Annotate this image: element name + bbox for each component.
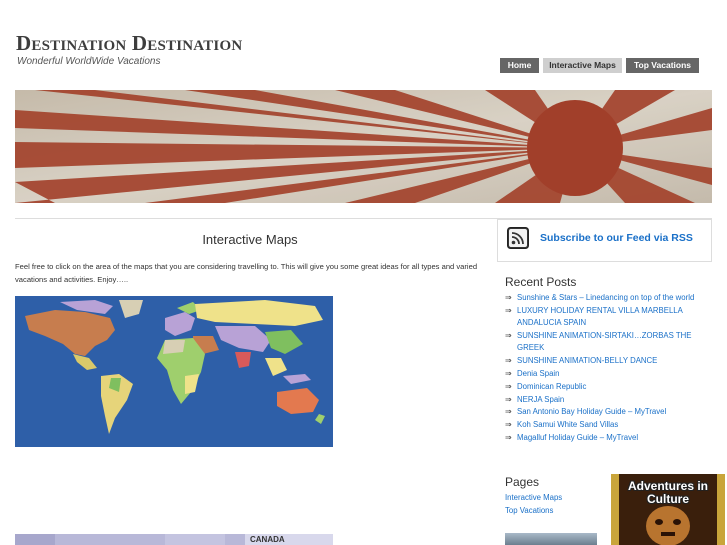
nav-top-vacations[interactable]: Top Vacations — [626, 58, 699, 73]
pages-heading: Pages — [505, 475, 540, 489]
intro-text: Feel free to click on the area of the ma… — [15, 262, 478, 284]
recent-post-link[interactable]: ⇒ Koh Samui White Sand Villas — [505, 419, 710, 431]
rss-subscribe-link[interactable]: Subscribe to our Feed via RSS — [540, 232, 693, 244]
arrow-icon: ⇒ — [505, 305, 512, 315]
recent-post-link[interactable]: ⇒ SUNSHINE ANIMATION-BELLY DANCE — [505, 355, 710, 367]
arrow-icon: ⇒ — [505, 293, 512, 302]
adventures-in-culture-ad[interactable]: Adventures in Culture — [611, 474, 725, 545]
recent-post-link[interactable]: ⇒ Magalluf Holiday Guide – MyTravel — [505, 432, 710, 444]
world-map-image[interactable] — [15, 296, 333, 447]
ad-text: Adventures in Culture — [627, 479, 708, 506]
rss-icon[interactable] — [507, 227, 529, 249]
recent-post-link[interactable]: ⇒ SUNSHINE ANIMATION-SIRTAKI…ZORBAS THE G… — [505, 330, 710, 354]
page-title: Interactive Maps — [202, 232, 298, 247]
arrow-icon: ⇒ — [505, 394, 512, 404]
nav-home[interactable]: Home — [500, 58, 539, 73]
page-link-interactive-maps[interactable]: Interactive Maps — [505, 491, 562, 504]
canada-label: CANADA — [250, 535, 285, 544]
north-america-map-image[interactable]: CANADA — [15, 533, 333, 545]
header-banner-image — [15, 90, 712, 203]
recent-post-link[interactable]: ⇒ NERJA Spain — [505, 394, 710, 406]
arrow-icon: ⇒ — [505, 407, 512, 417]
arrow-icon: ⇒ — [505, 381, 512, 391]
arrow-icon: ⇒ — [505, 330, 512, 340]
arrow-icon: ⇒ — [505, 355, 512, 365]
sidebar-photo-image[interactable] — [505, 533, 597, 545]
recent-post-link[interactable]: ⇒ Denia Spain — [505, 368, 710, 380]
recent-posts-heading: Recent Posts — [505, 275, 577, 289]
arrow-icon: ⇒ — [505, 368, 512, 378]
recent-post-link[interactable]: ⇒ Dominican Republic — [505, 381, 710, 393]
arrow-icon: ⇒ — [505, 433, 512, 443]
recent-post-link[interactable]: ⇒ Sunshine & Stars – Linedancing on top o… — [505, 292, 710, 304]
recent-post-link[interactable]: ⇒ LUXURY HOLIDAY RENTAL VILLA MARBELLA AN… — [505, 305, 710, 329]
arrow-icon: ⇒ — [505, 420, 512, 430]
pages-list: Interactive Maps Top Vacations — [505, 491, 562, 517]
site-tagline: Wonderful WorldWide Vacations — [17, 56, 161, 67]
recent-posts-list: ⇒ Sunshine & Stars – Linedancing on top o… — [505, 292, 710, 445]
page-link-top-vacations[interactable]: Top Vacations — [505, 504, 562, 517]
site-title[interactable]: Destination Destination — [16, 31, 242, 56]
nav-interactive-maps[interactable]: Interactive Maps — [543, 58, 622, 73]
recent-post-link[interactable]: ⇒ San Antonio Bay Holiday Guide – MyTrave… — [505, 406, 710, 418]
